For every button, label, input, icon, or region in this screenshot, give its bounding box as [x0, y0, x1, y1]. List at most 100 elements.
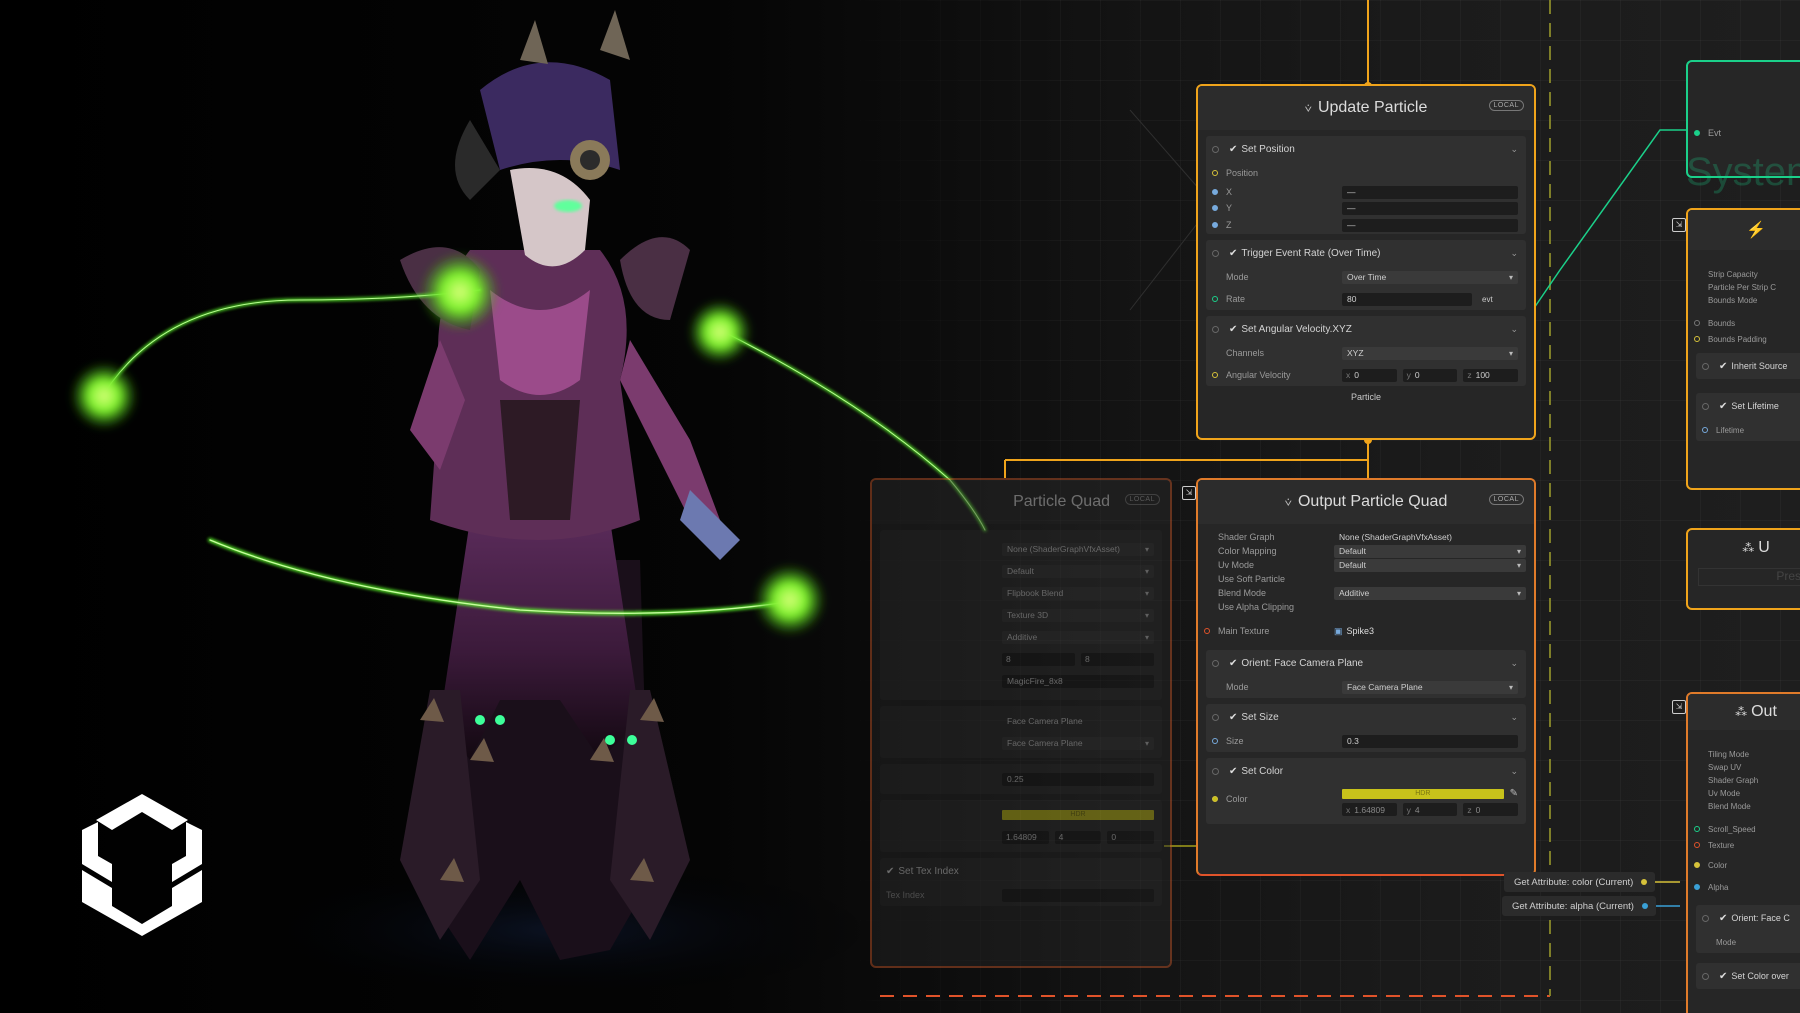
press-label: Press [1698, 568, 1800, 586]
orient-title: Orient: Face Camera Plane [1241, 657, 1364, 669]
get-attribute-color-node[interactable]: Get Attribute: color (Current) [1504, 872, 1656, 892]
update-glyph-icon: ⁂ [1742, 541, 1755, 555]
node-badge-icon[interactable]: ⇲ [1672, 218, 1686, 232]
color-z-field[interactable]: z0 [1463, 803, 1519, 816]
set-size-block[interactable]: ✔ Set Size ⌄ Size 0.3 [1206, 704, 1526, 752]
particle-per-strip-label: Particle Per Strip C [1708, 283, 1777, 292]
bounds-label: Bounds [1708, 318, 1736, 328]
alpha-label-r: Alpha [1708, 882, 1729, 892]
local-space-toggle[interactable]: LOCAL [1488, 100, 1524, 111]
color-output-port[interactable] [1641, 879, 1648, 885]
evt-output-port[interactable]: evt [1482, 295, 1493, 304]
shader-graph-label-r: Shader Graph [1708, 776, 1759, 785]
angular-x-field[interactable]: x0 [1342, 368, 1397, 382]
block-enabled-check[interactable]: ✔ [1229, 324, 1237, 335]
out-title: Out [1751, 703, 1777, 720]
ghost-shader-graph: None (ShaderGraphVfxAsset) [1002, 542, 1154, 556]
chevron-down-icon[interactable]: ⌄ [1510, 248, 1518, 259]
color-x-field[interactable]: x 1.64809 [1342, 803, 1397, 816]
block-enabled-check[interactable]: ✔ [1229, 766, 1237, 777]
ghost-color-mapping: Default [1002, 564, 1154, 578]
ghost-set-tex-index: Set Tex Index [898, 865, 959, 877]
color-mapping-dropdown[interactable]: Default [1334, 544, 1526, 558]
chevron-down-icon[interactable]: ⌄ [1510, 766, 1518, 777]
color-y-field[interactable]: y4 [1402, 803, 1458, 816]
u-title: U [1758, 539, 1770, 556]
ghost-color-swatch: HDR [1002, 810, 1154, 820]
angular-z-field[interactable]: z 100 [1463, 368, 1519, 382]
chevron-down-icon[interactable]: ⌄ [1510, 712, 1518, 723]
position-y-field[interactable]: — [1342, 201, 1518, 215]
lifetime-label: Lifetime [1716, 425, 1745, 435]
orient-face-label: Orient: Face C [1731, 913, 1790, 923]
set-position-block[interactable]: ✔ Set Position ⌄ Position X — Y — Z — [1206, 136, 1526, 234]
block-enabled-check[interactable]: ✔ [1229, 144, 1237, 155]
size-field[interactable]: 0.3 [1342, 734, 1518, 748]
output-quad-title: Output Particle Quad [1297, 493, 1448, 510]
set-angular-velocity-block[interactable]: ✔ Set Angular Velocity.XYZ ⌄ Channels XYZ… [1206, 316, 1526, 386]
chevron-down-icon[interactable]: ⌄ [1510, 324, 1518, 335]
blend-mode-dropdown[interactable]: Additive [1334, 586, 1526, 600]
block-enabled-check[interactable]: ✔ [1229, 248, 1237, 259]
swap-uv-label: Swap UV [1708, 763, 1742, 772]
node-badge-icon[interactable]: ⇲ [1672, 700, 1686, 714]
color-label: Color [1226, 794, 1248, 804]
update-particle-title: Update Particle [1317, 99, 1428, 116]
trigger-event-rate-block[interactable]: ✔ Trigger Event Rate (Over Time) ⌄ Mode O… [1206, 240, 1526, 310]
block-enabled-check[interactable]: ✔ [1229, 658, 1237, 669]
set-color-block[interactable]: ✔ Set Color ⌄ Color HDR ✎ x 1.64809 y4 z0 [1206, 758, 1526, 824]
local-space-toggle[interactable]: LOCAL [1488, 494, 1524, 505]
texture-label-r: Texture [1708, 840, 1735, 850]
texture-icon: ▣ [1334, 625, 1343, 636]
angular-velocity-title: Set Angular Velocity.XYZ [1241, 323, 1352, 335]
ghost-output-quad-node: Particle Quad LOCAL None (ShaderGraphVfx… [870, 478, 1172, 968]
chevron-down-icon[interactable]: ⌄ [1510, 144, 1518, 155]
orient-mode-dropdown[interactable]: Face Camera Plane [1342, 680, 1518, 694]
initialize-node[interactable]: ⚡ Strip Capacity Particle Per Strip C Bo… [1686, 208, 1800, 490]
chevron-down-icon[interactable]: ⌄ [1510, 658, 1518, 669]
uv-mode-label-r: Uv Mode [1708, 789, 1741, 798]
alpha-output-port[interactable] [1641, 903, 1648, 909]
main-texture-field[interactable]: Spike3 [1347, 626, 1526, 636]
uv-mode-dropdown[interactable]: Default [1334, 558, 1526, 572]
update-particle-node[interactable]: ⩒ Update Particle LOCAL ✔ Set Position ⌄… [1196, 84, 1536, 440]
rate-field[interactable]: 80 [1342, 292, 1472, 306]
stage: Particle Quad LOCAL None (ShaderGraphVfx… [0, 0, 1800, 1013]
mode-dropdown[interactable]: Over Time [1342, 270, 1518, 284]
angular-y-field[interactable]: y0 [1402, 368, 1458, 382]
update-node-partial[interactable]: ⁂U Press [1686, 528, 1800, 610]
set-color-title: Set Color [1241, 765, 1284, 777]
ghost-flip-y: 8 [1081, 652, 1154, 666]
position-x-field[interactable]: — [1342, 185, 1518, 199]
orient-mode-label: Mode [1226, 682, 1249, 692]
position-label: Position [1226, 168, 1259, 178]
output-particle-quad-node[interactable]: ⩒ Output Particle Quad LOCAL Shader Grap… [1196, 478, 1536, 876]
position-z-field[interactable]: — [1342, 218, 1518, 232]
output-glyph-icon: ⁂ [1735, 705, 1748, 719]
shader-graph-field[interactable]: None (ShaderGraphVfxAsset) [1334, 531, 1526, 544]
get-attribute-alpha-node[interactable]: Get Attribute: alpha (Current) [1502, 896, 1656, 916]
block-enabled-check[interactable]: ✔ [1229, 712, 1237, 723]
z-label: Z [1226, 220, 1232, 230]
size-label: Size [1226, 736, 1244, 746]
color-swatch[interactable]: HDR [1342, 788, 1504, 799]
ghost-blend-mode: Additive [1002, 630, 1154, 644]
ghost-local-tag: LOCAL [1124, 494, 1160, 505]
strip-capacity-label: Strip Capacity [1708, 270, 1758, 279]
ghost-texture-type: Texture 3D [1002, 608, 1154, 622]
x-label: X [1226, 187, 1233, 197]
ghost-tex-index: Tex Index [886, 890, 925, 900]
bounds-mode-label: Bounds Mode [1708, 296, 1758, 305]
ghost-flip-x: 8 [1002, 652, 1075, 666]
eyedropper-icon[interactable]: ✎ [1510, 788, 1518, 799]
output-node-partial[interactable]: ⁂ Out Tiling Mode Swap UV Shader Graph Uv… [1686, 692, 1800, 1013]
node-badge-icon[interactable]: ⇲ [1182, 486, 1196, 500]
get-alpha-label: Get Attribute: alpha (Current) [1512, 900, 1634, 912]
soft-particle-label: Use Soft Particle [1218, 574, 1286, 584]
bounds-padding-label: Bounds Padding [1708, 334, 1767, 344]
main-texture-label: Main Texture [1218, 626, 1270, 636]
channels-dropdown[interactable]: XYZ [1342, 346, 1518, 360]
orient-block[interactable]: ✔ Orient: Face Camera Plane ⌄ Mode Face C… [1206, 650, 1526, 698]
particle-output-port[interactable]: Particle [1351, 392, 1381, 402]
tiling-mode-label: Tiling Mode [1708, 750, 1750, 759]
